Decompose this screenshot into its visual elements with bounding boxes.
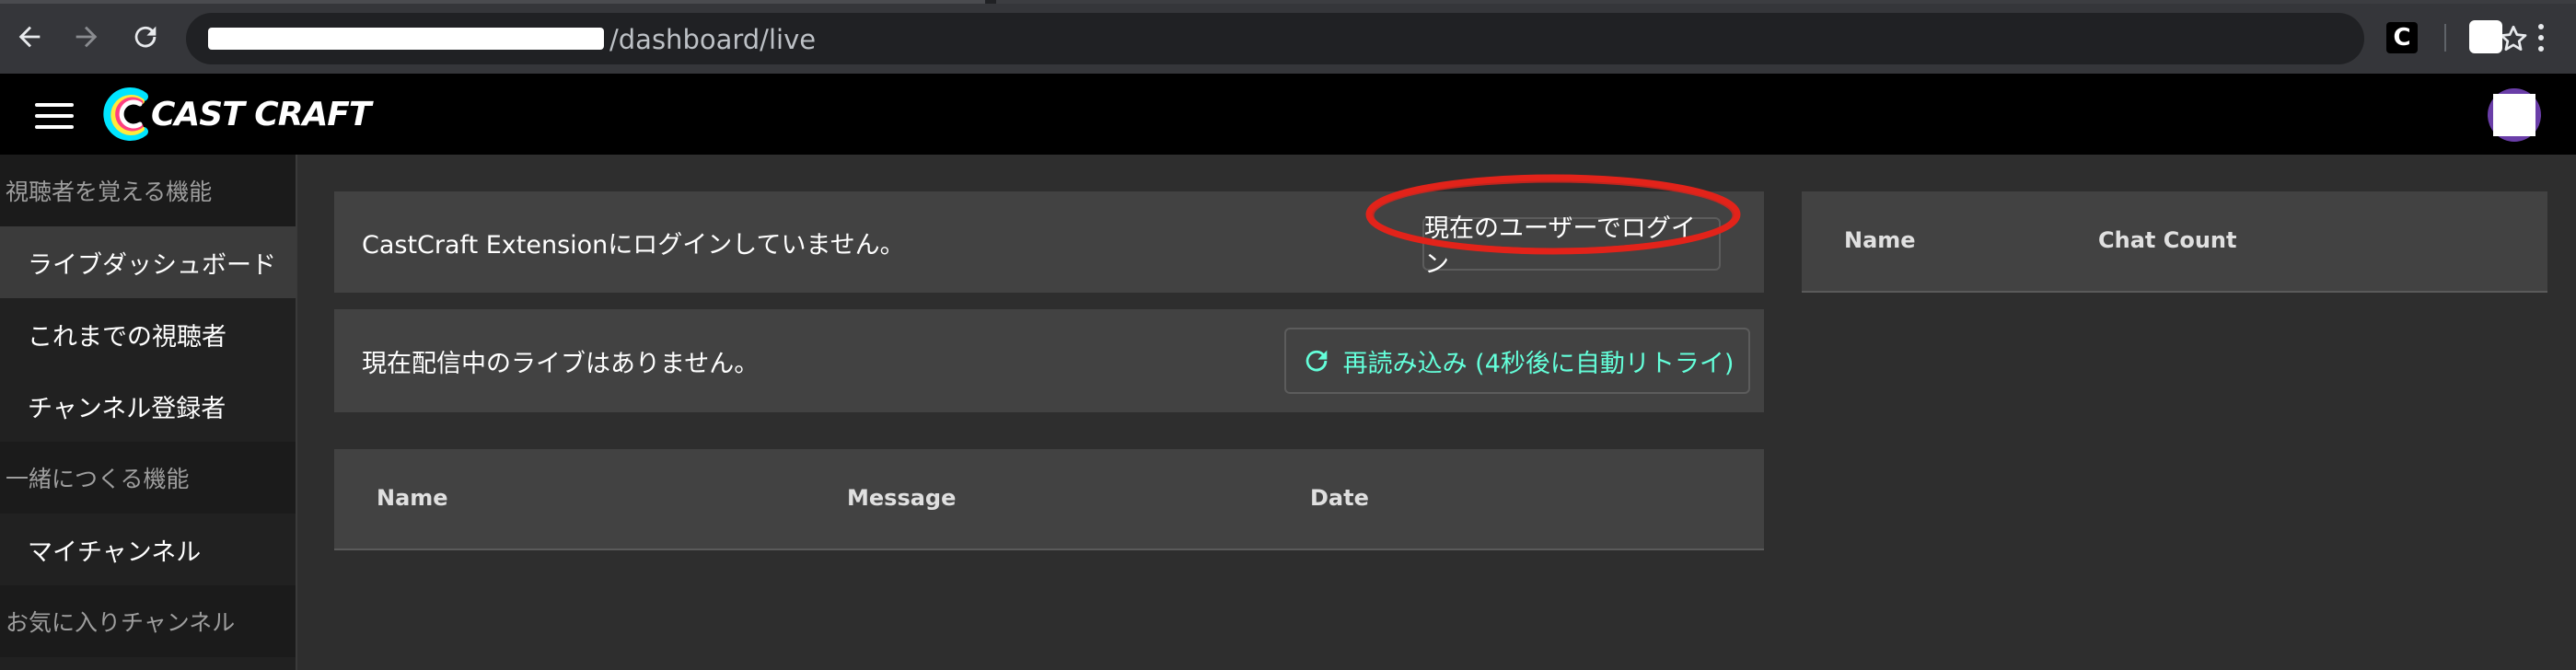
sidebar-item-live-dashboard[interactable]: ライブダッシュボード <box>0 226 296 298</box>
browser-toolbar: /dashboard/live C <box>0 0 2576 74</box>
sidebar-item-subscribers[interactable]: チャンネル登録者 <box>0 370 296 442</box>
url-path: /dashboard/live <box>609 24 817 55</box>
main-content: CastCraft Extensionにログインしていません。 現在のユーザーで… <box>299 155 2576 670</box>
castcraft-extension-icon[interactable]: C <box>2386 22 2418 53</box>
hamburger-menu-icon[interactable] <box>35 103 74 129</box>
back-button[interactable] <box>9 17 50 57</box>
tab-strip <box>0 0 2576 4</box>
sidebar-item-my-channel[interactable]: マイチャンネル <box>0 514 296 585</box>
arrow-left-icon <box>18 26 41 48</box>
chat-count-table: Name Chat Count <box>1802 191 2547 293</box>
tab-inactive[interactable] <box>996 0 2576 4</box>
live-status-card: 現在配信中のライブはありません。 再読み込み (4秒後に自動リトライ) <box>334 309 1764 412</box>
url-host-redacted <box>208 28 604 50</box>
castcraft-c-logo-icon <box>103 87 148 141</box>
browser-menu-icon[interactable] <box>2530 22 2552 53</box>
profile-extension-icon[interactable] <box>2469 20 2502 53</box>
reload-button-label: 再読み込み (4秒後に自動リトライ) <box>1342 349 1735 378</box>
reload-button[interactable]: 再読み込み (4秒後に自動リトライ) <box>1284 328 1750 394</box>
login-current-user-button[interactable]: 現在のユーザーでログイン <box>1422 214 1721 279</box>
sidebar-item-past-viewers[interactable]: これまでの視聴者 <box>0 298 296 370</box>
reload-page-button[interactable] <box>125 17 166 57</box>
column-header-date[interactable]: Date <box>1310 449 1369 547</box>
brand-name: CAST CRAFT <box>151 95 371 133</box>
toolbar-separator <box>2444 24 2446 52</box>
extension-login-card: CastCraft Extensionにログインしていません。 現在のユーザーで… <box>334 191 1764 293</box>
address-bar[interactable]: /dashboard/live <box>186 13 2527 64</box>
column-header-name[interactable]: Name <box>377 449 448 547</box>
forward-button[interactable] <box>66 17 107 57</box>
sidebar-section-viewers: 視聴者を覚える機能 <box>0 155 296 226</box>
sidebar-section-create: 一緒につくる機能 <box>0 442 296 514</box>
messages-table: Name Message Date <box>334 449 1764 550</box>
column-header-chat-count[interactable]: Chat Count <box>2098 191 2236 289</box>
sidebar: 視聴者を覚える機能 ライブダッシュボード これまでの視聴者 チャンネル登録者 一… <box>0 155 297 670</box>
user-avatar[interactable] <box>2488 88 2541 142</box>
castcraft-logo[interactable]: CAST CRAFT <box>98 87 371 142</box>
refresh-icon <box>1305 350 1327 372</box>
app-header: CAST CRAFT <box>0 74 2576 155</box>
table-header-divider <box>334 549 1764 550</box>
live-status-notice: 現在配信中のライブはありません。 <box>362 349 760 378</box>
column-header-message[interactable]: Message <box>847 449 956 547</box>
table-header-divider <box>1802 291 2547 293</box>
refresh-icon <box>134 26 157 48</box>
avatar-image <box>2493 94 2535 136</box>
column-header-name[interactable]: Name <box>1844 191 1916 289</box>
extension-login-notice: CastCraft Extensionにログインしていません。 <box>362 230 905 260</box>
sidebar-section-favorites: お気に入りチャンネル <box>0 585 296 657</box>
arrow-right-icon <box>75 26 98 48</box>
tab-active[interactable] <box>0 0 985 4</box>
